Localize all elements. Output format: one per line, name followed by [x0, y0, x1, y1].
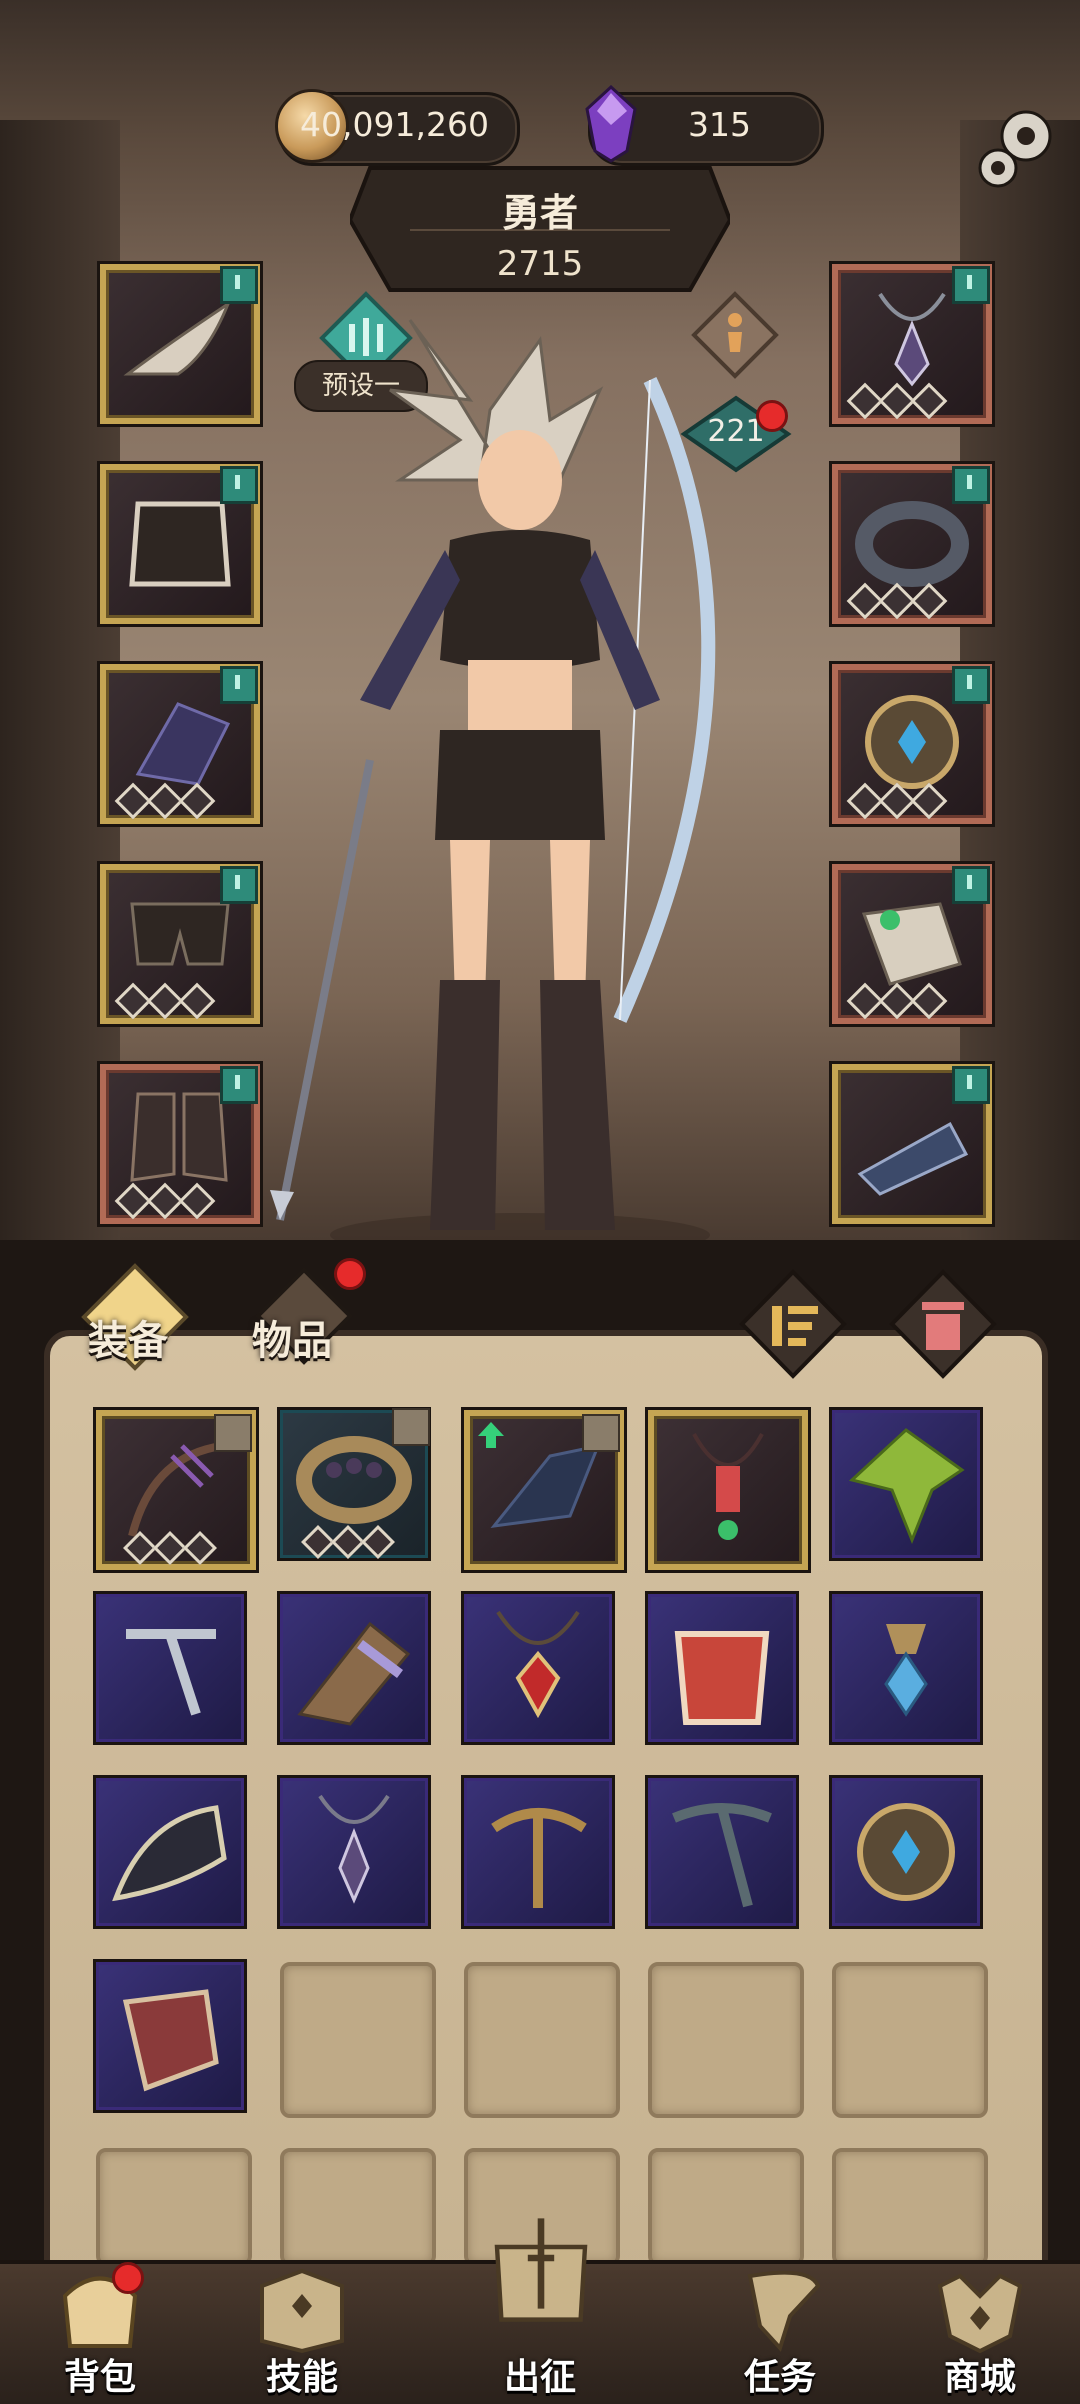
nav-expedition[interactable]: 出征	[460, 2190, 620, 2400]
inventory-item-shoulder-guard[interactable]	[96, 1778, 244, 1926]
hero-character	[270, 319, 716, 1257]
equip-slot-necklace[interactable]	[832, 264, 992, 424]
lock-icon	[582, 1414, 620, 1452]
inventory-item-steel-crossbow[interactable]	[648, 1778, 796, 1926]
inventory-item-leaf-cloak[interactable]	[832, 1410, 980, 1558]
inventory-empty-slot[interactable]	[464, 1962, 620, 2118]
tab-items-label: 物品	[252, 1318, 332, 1364]
inventory-empty-slot[interactable]	[832, 2148, 988, 2266]
equip-slot-chest[interactable]	[100, 464, 260, 624]
socket-gems	[846, 382, 948, 420]
inventory-empty-slot[interactable]	[280, 1962, 436, 2118]
nav-shop[interactable]: 商城	[900, 2250, 1060, 2400]
socket-gems	[114, 982, 216, 1020]
inventory-empty-slot[interactable]	[648, 2148, 804, 2266]
coin-amount: 40,091,260	[300, 105, 489, 144]
items-notification-dot	[334, 1258, 366, 1290]
inventory-item-golden-crossbow[interactable]	[464, 1778, 612, 1926]
equipped-tag-icon	[220, 866, 258, 904]
inventory-item-fur-armor[interactable]	[648, 1594, 796, 1742]
equipped-tag-icon	[952, 1066, 990, 1104]
nav-quests[interactable]: 任务	[700, 2250, 860, 2400]
inventory-item-fringe-cloak[interactable]	[280, 1594, 428, 1742]
inventory-empty-slot[interactable]	[96, 2148, 252, 2266]
equip-slot-quiver[interactable]	[832, 1064, 992, 1224]
equip-slot-boots[interactable]	[100, 1064, 260, 1224]
hero-title-banner: 勇者 2715	[350, 160, 730, 300]
equip-slot-bracer[interactable]	[832, 864, 992, 1024]
equipped-tag-icon	[220, 266, 258, 304]
equipped-tag-icon	[952, 866, 990, 904]
coin-counter[interactable]: 40,091,260	[275, 89, 520, 166]
inventory-item-gauntlet[interactable]	[464, 1410, 624, 1570]
gem-counter[interactable]: 315	[585, 85, 824, 166]
nav-bag-label: 背包	[63, 2357, 136, 2398]
socket-gems	[846, 982, 948, 1020]
nav-skills-label: 技能	[265, 2357, 338, 2398]
equipped-tag-icon	[952, 666, 990, 704]
nav-bag[interactable]: 背包	[20, 2250, 180, 2400]
equip-slot-head[interactable]	[100, 264, 260, 424]
inventory-item-shard-necklace[interactable]	[280, 1778, 428, 1926]
lock-icon	[392, 1408, 430, 1446]
lock-icon	[214, 1414, 252, 1452]
socket-gems	[301, 1525, 395, 1559]
inventory-item-bow[interactable]	[96, 1410, 256, 1570]
inventory-item-ring[interactable]	[280, 1408, 430, 1559]
equipped-tag-icon	[220, 466, 258, 504]
inventory-item-pendant[interactable]	[648, 1410, 808, 1570]
nav-skills[interactable]: 技能	[222, 2250, 382, 2400]
nav-quests-label: 任务	[743, 2357, 816, 2398]
equip-slot-gloves[interactable]	[100, 664, 260, 824]
socket-gems	[123, 1531, 217, 1565]
nav-shop-label: 商城	[943, 2357, 1016, 2398]
tab-equipment[interactable]: 装备	[70, 1262, 210, 1372]
nav-expedition-label: 出征	[503, 2357, 576, 2398]
upgrade-arrow-icon	[478, 1422, 504, 1448]
inventory-item-bronze-amulet[interactable]	[832, 1778, 980, 1926]
equip-slot-amulet[interactable]	[832, 664, 992, 824]
settings-gear-icon[interactable]	[962, 96, 1066, 200]
inventory-item-crossbow[interactable]	[96, 1594, 244, 1742]
trash-icon[interactable]	[888, 1268, 998, 1380]
socket-gems	[114, 782, 216, 820]
hero-class-name: 勇者	[501, 191, 578, 235]
tab-equipment-label: 装备	[88, 1318, 168, 1364]
equipped-tag-icon	[952, 466, 990, 504]
equipped-tag-icon	[220, 1066, 258, 1104]
inventory-empty-slot[interactable]	[832, 1962, 988, 2118]
shop-crest-icon	[937, 2273, 1023, 2354]
hero-power: 2715	[496, 244, 584, 284]
skill-book-icon	[260, 2268, 344, 2354]
sort-icon[interactable]	[738, 1268, 848, 1380]
quest-horn-icon	[747, 2270, 821, 2352]
inventory-item-ruby-necklace[interactable]	[464, 1594, 612, 1742]
equip-slot-ring[interactable]	[832, 464, 992, 624]
equipped-tag-icon	[952, 266, 990, 304]
inventory-empty-slot[interactable]	[648, 1962, 804, 2118]
inventory-item-crystal-amulet[interactable]	[832, 1594, 980, 1742]
socket-gems	[846, 782, 948, 820]
socket-gems	[846, 582, 948, 620]
gem-amount: 315	[688, 105, 751, 144]
socket-gems	[114, 1182, 216, 1220]
expedition-scroll-icon	[494, 2218, 588, 2322]
bag-notification-dot	[112, 2262, 144, 2294]
inventory-empty-slot[interactable]	[280, 2148, 436, 2266]
equipped-tag-icon	[220, 666, 258, 704]
gem-icon	[585, 85, 637, 163]
inventory-item-pauldron[interactable]	[96, 1962, 244, 2110]
equip-slot-legs[interactable]	[100, 864, 260, 1024]
